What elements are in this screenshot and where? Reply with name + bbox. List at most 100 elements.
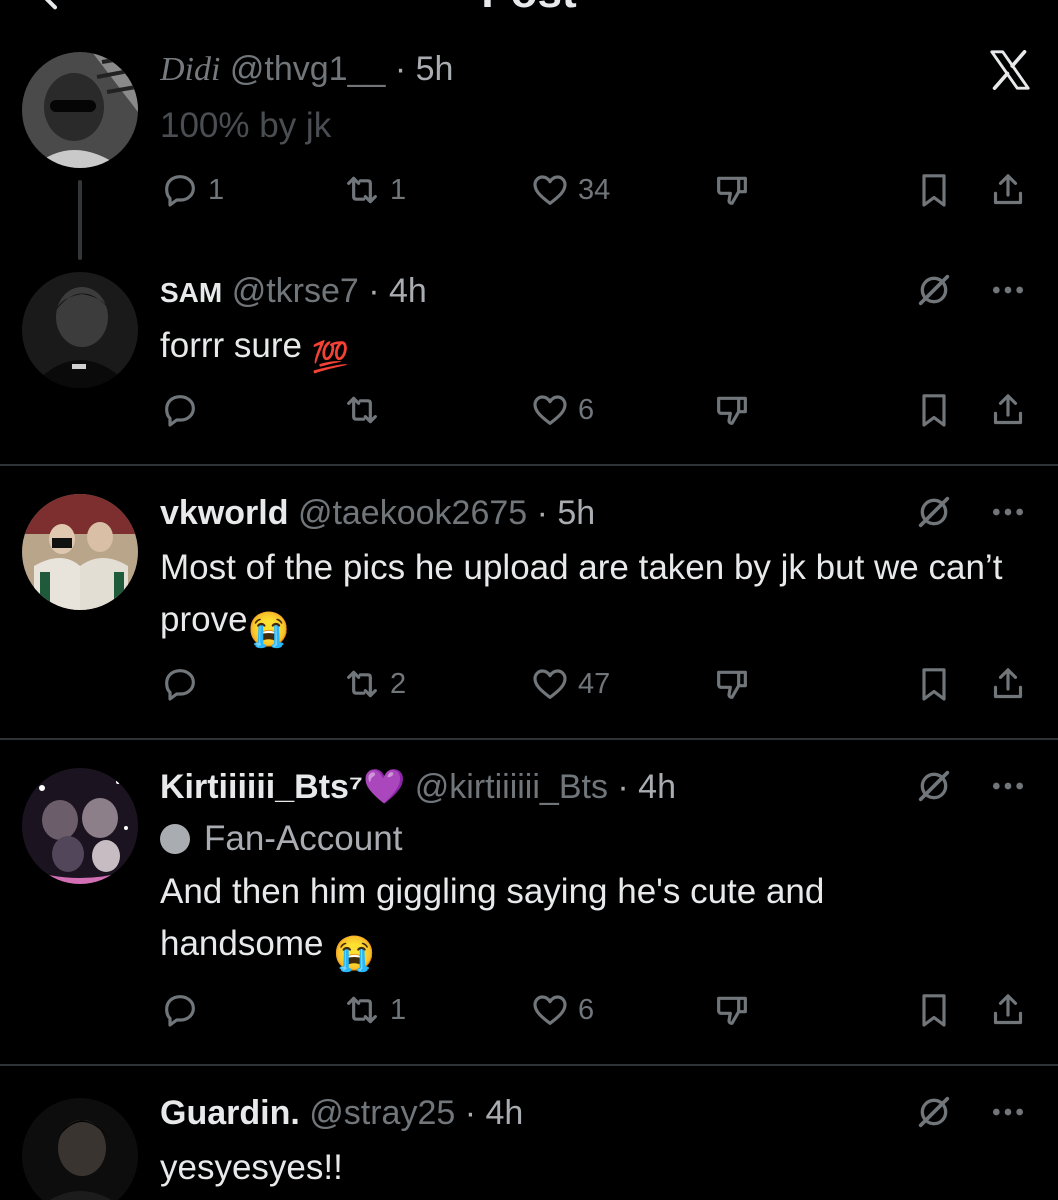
hundred-emoji: 💯 bbox=[311, 341, 350, 374]
repost-count: 1 bbox=[390, 173, 407, 206]
tweet-text: Most of the pics he upload are taken by … bbox=[160, 542, 1028, 656]
heart-icon bbox=[533, 669, 567, 699]
tweet-right-actions bbox=[914, 388, 1028, 432]
reply-icon bbox=[165, 669, 195, 701]
repost-button[interactable] bbox=[342, 388, 390, 432]
tweet-header: Guardin. @stray25 · 4h bbox=[160, 1088, 908, 1138]
grok-icon[interactable] bbox=[914, 492, 954, 532]
tweet-sam[interactable]: SAM @tkrse7 · 4h forrr sure 💯 6 bbox=[0, 260, 1058, 465]
avatar[interactable] bbox=[22, 52, 138, 168]
tweet-text: forrr sure 💯 bbox=[160, 320, 1028, 384]
bookmark-icon[interactable] bbox=[914, 664, 954, 704]
repost-icon bbox=[347, 396, 377, 424]
handle[interactable]: @taekook2675 bbox=[298, 494, 527, 532]
dislike-button[interactable] bbox=[712, 168, 752, 212]
dislike-button[interactable] bbox=[712, 988, 752, 1032]
dislike-button[interactable] bbox=[712, 388, 752, 432]
reply-button[interactable] bbox=[160, 662, 208, 706]
dislike-icon bbox=[717, 670, 747, 699]
repost-button[interactable]: 1 bbox=[342, 168, 406, 212]
thread-line bbox=[78, 180, 82, 260]
bookmark-icon[interactable] bbox=[914, 390, 954, 430]
tweet-actions: 1 6 bbox=[160, 988, 1040, 1032]
grok-icon[interactable] bbox=[914, 270, 954, 310]
tweet-top-right bbox=[914, 490, 1028, 534]
avatar[interactable] bbox=[22, 494, 138, 610]
reply-count: 1 bbox=[208, 173, 225, 206]
display-name[interactable]: vkworld bbox=[160, 494, 288, 532]
tweet-actions: 1 1 34 bbox=[160, 168, 1040, 212]
tweet-header: Kirtiiiiii_Bts⁷💜 @kirtiiiiii_Bts · 4h bbox=[160, 762, 908, 812]
tweet-text-content: forrr sure bbox=[160, 326, 302, 365]
display-name[interactable]: SAM bbox=[160, 277, 222, 308]
avatar[interactable] bbox=[22, 272, 138, 388]
more-icon[interactable] bbox=[988, 1092, 1028, 1132]
heart-icon bbox=[533, 395, 567, 425]
repost-count: 1 bbox=[390, 993, 407, 1026]
more-icon[interactable] bbox=[988, 766, 1028, 806]
tweet-guardin[interactable]: Guardin. @stray25 · 4h yesyesyes!! bbox=[0, 1066, 1058, 1200]
avatar[interactable] bbox=[22, 1098, 138, 1200]
handle[interactable]: @thvg1__ bbox=[230, 50, 386, 88]
timestamp[interactable]: · 4h bbox=[465, 1094, 524, 1132]
dislike-button[interactable] bbox=[712, 662, 752, 706]
reply-icon bbox=[165, 395, 195, 427]
avatar[interactable] bbox=[22, 768, 138, 884]
share-icon[interactable] bbox=[988, 664, 1028, 704]
timestamp[interactable]: · 5h bbox=[395, 50, 454, 88]
more-icon[interactable] bbox=[988, 492, 1028, 532]
like-button[interactable]: 6 bbox=[530, 988, 594, 1032]
reply-button[interactable] bbox=[160, 988, 208, 1032]
tweet-right-actions bbox=[914, 662, 1028, 706]
tweet-right-actions bbox=[914, 988, 1028, 1032]
display-name[interactable]: Kirtiiiiii_Bts⁷💜 bbox=[160, 768, 405, 806]
tweet-didi[interactable]: Didi @thvg1__ · 5h 100% by jk 1 1 34 bbox=[0, 0, 1058, 260]
timestamp[interactable]: · 5h bbox=[537, 494, 596, 532]
account-label: Fan-Account bbox=[160, 814, 402, 864]
tweet-header: Didi @thvg1__ · 5h bbox=[160, 44, 908, 94]
tweet-vkworld[interactable]: vkworld @taekook2675 · 5h Most of the pi… bbox=[0, 466, 1058, 738]
handle[interactable]: @tkrse7 bbox=[232, 272, 359, 310]
bookmark-icon[interactable] bbox=[914, 170, 954, 210]
tweet-right-actions bbox=[914, 168, 1028, 212]
dislike-icon bbox=[717, 996, 747, 1025]
timestamp[interactable]: · 4h bbox=[617, 768, 676, 806]
crying-emoji: 😭 bbox=[333, 935, 376, 973]
like-button[interactable]: 6 bbox=[530, 388, 594, 432]
like-button[interactable]: 47 bbox=[530, 662, 610, 706]
heart-icon bbox=[533, 995, 567, 1025]
repost-count: 2 bbox=[390, 667, 407, 700]
repost-button[interactable]: 1 bbox=[342, 988, 406, 1032]
share-icon[interactable] bbox=[988, 170, 1028, 210]
more-icon[interactable] bbox=[988, 270, 1028, 310]
tweet-header: vkworld @taekook2675 · 5h bbox=[160, 488, 908, 538]
grok-icon[interactable] bbox=[914, 766, 954, 806]
display-name[interactable]: Guardin. bbox=[160, 1094, 300, 1132]
like-count: 6 bbox=[578, 993, 595, 1026]
repost-button[interactable]: 2 bbox=[342, 662, 406, 706]
bookmark-icon[interactable] bbox=[914, 990, 954, 1030]
reply-icon bbox=[165, 995, 195, 1027]
tweet-top-right bbox=[914, 1090, 1028, 1134]
display-name[interactable]: Didi bbox=[160, 51, 220, 88]
reply-button[interactable]: 1 bbox=[160, 168, 224, 212]
tweet-kirti[interactable]: Kirtiiiiii_Bts⁷💜 @kirtiiiiii_Bts · 4h Fa… bbox=[0, 740, 1058, 1064]
handle[interactable]: @stray25 bbox=[309, 1094, 455, 1132]
like-button[interactable]: 34 bbox=[530, 168, 610, 212]
crying-emoji: 😭 bbox=[247, 611, 290, 649]
dislike-icon bbox=[717, 176, 747, 205]
reply-icon bbox=[165, 175, 195, 207]
grok-icon[interactable] bbox=[914, 1092, 954, 1132]
reply-button[interactable] bbox=[160, 388, 208, 432]
repost-icon bbox=[347, 670, 377, 698]
tweet-text: 100% by jk bbox=[160, 106, 332, 145]
handle[interactable]: @kirtiiiiii_Bts bbox=[415, 768, 608, 806]
tweet-top-right bbox=[914, 268, 1028, 312]
like-count: 6 bbox=[578, 393, 595, 426]
repost-icon bbox=[347, 176, 377, 204]
heart-icon bbox=[533, 175, 567, 205]
share-icon[interactable] bbox=[988, 390, 1028, 430]
tweet-text-content: And then him giggling saying he's cute a… bbox=[160, 872, 825, 963]
share-icon[interactable] bbox=[988, 990, 1028, 1030]
timestamp[interactable]: · 4h bbox=[368, 272, 427, 310]
